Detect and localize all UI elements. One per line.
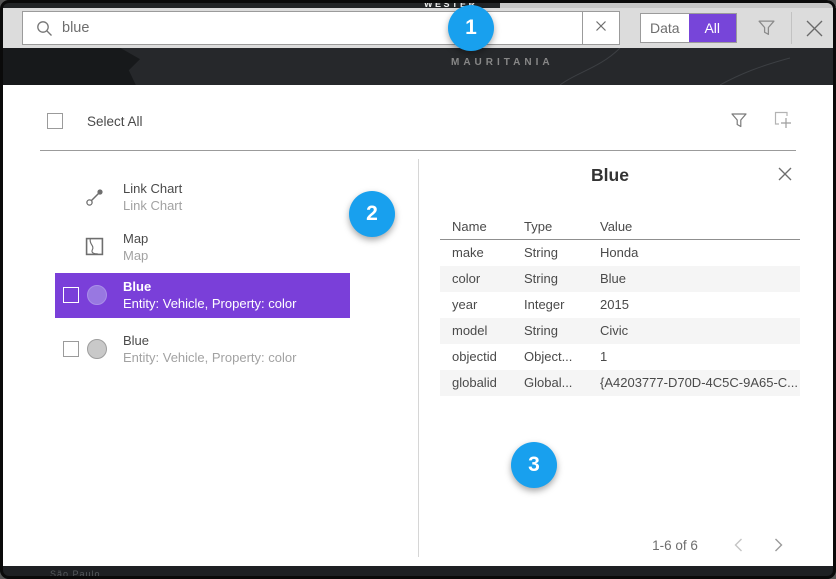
cell-name: globalid: [440, 370, 512, 396]
header-divider: [40, 150, 796, 151]
table-row: objectid Object... 1: [440, 344, 800, 370]
cell-name: year: [440, 292, 512, 318]
list-item-blue[interactable]: Blue Entity: Vehicle, Property: color: [55, 327, 350, 372]
attribute-table: Name Type Value make String Honda color …: [440, 214, 800, 396]
map-label-sao-paulo: São Paulo: [50, 569, 101, 579]
toolbar-divider: [791, 12, 792, 44]
select-all-label: Select All: [87, 114, 143, 129]
link-chart-icon: [85, 187, 105, 212]
result-checkbox[interactable]: [63, 287, 79, 303]
select-all-row: Select All: [47, 113, 143, 129]
detail-title: Blue: [440, 165, 780, 186]
toggle-all-button[interactable]: All: [689, 14, 737, 42]
entity-circle-icon: [87, 339, 107, 359]
cell-name: make: [440, 240, 512, 266]
close-search-button[interactable]: [802, 16, 827, 46]
result-subtitle: Entity: Vehicle, Property: color: [123, 350, 296, 365]
table-row: color String Blue: [440, 266, 800, 292]
results-panel: Select All Link C: [3, 85, 833, 566]
list-item-link-chart[interactable]: Link Chart Link Chart: [55, 175, 350, 220]
search-toolbar: Data All: [3, 8, 833, 48]
map-border-lines: [0, 48, 833, 85]
list-item-map[interactable]: Map Map: [55, 225, 350, 270]
list-detail-divider: [418, 159, 419, 557]
search-box: [22, 11, 620, 45]
cell-type: Global...: [512, 370, 588, 396]
table-row: make String Honda: [440, 240, 800, 266]
cell-name: objectid: [440, 344, 512, 370]
pagination-label: 1-6 of 6: [620, 538, 730, 553]
cell-name: color: [440, 266, 512, 292]
cell-type: String: [512, 318, 588, 344]
entity-circle-icon: [87, 285, 107, 305]
cell-value: 1: [588, 344, 800, 370]
map-strip: MAURITANIA: [0, 48, 836, 85]
result-title: Blue: [123, 333, 149, 348]
data-all-toggle: Data All: [640, 13, 737, 43]
table-header-row: Name Type Value: [440, 214, 800, 240]
search-icon: [36, 20, 53, 37]
table-row: globalid Global... {A4203777-D70D-4C5C-9…: [440, 370, 800, 396]
map-top-strip: WESTER: [0, 0, 836, 8]
map-bottom-strip: São Paulo: [0, 566, 836, 579]
result-subtitle: Map: [123, 248, 148, 263]
app-window: WESTER Data All: [0, 0, 836, 579]
cell-type: Object...: [512, 344, 588, 370]
panel-filter-icon[interactable]: [730, 111, 748, 134]
cell-value: Blue: [588, 266, 800, 292]
clear-x-icon: [595, 19, 607, 37]
cell-type: String: [512, 240, 588, 266]
map-icon: [85, 237, 104, 261]
list-item-blue-selected[interactable]: Blue Entity: Vehicle, Property: color: [55, 273, 350, 318]
cell-value: Honda: [588, 240, 800, 266]
result-subtitle: Entity: Vehicle, Property: color: [123, 296, 296, 311]
cell-type: String: [512, 266, 588, 292]
column-header-value: Value: [588, 214, 800, 239]
column-header-name: Name: [440, 214, 512, 239]
column-header-type: Type: [512, 214, 588, 239]
map-top-ocean: [500, 0, 836, 8]
result-subtitle: Link Chart: [123, 198, 182, 213]
filter-icon[interactable]: [757, 18, 776, 42]
cell-value: 2015: [588, 292, 800, 318]
callout-3: 3: [511, 442, 557, 488]
search-input[interactable]: [62, 20, 582, 36]
detail-close-icon[interactable]: [777, 166, 793, 187]
toggle-data-button[interactable]: Data: [641, 14, 689, 42]
result-title: Blue: [123, 279, 151, 294]
cell-type: Integer: [512, 292, 588, 318]
table-row: year Integer 2015: [440, 292, 800, 318]
add-selection-icon[interactable]: [773, 110, 793, 135]
result-title: Link Chart: [123, 181, 182, 196]
cell-value: {A4203777-D70D-4C5C-9A65-C...: [588, 370, 800, 396]
select-all-checkbox[interactable]: [47, 113, 63, 129]
cell-value: Civic: [588, 318, 800, 344]
result-title: Map: [123, 231, 148, 246]
result-checkbox[interactable]: [63, 341, 79, 357]
next-page-icon[interactable]: [774, 538, 783, 557]
callout-2: 2: [349, 191, 395, 237]
clear-search-button[interactable]: [582, 12, 619, 44]
previous-page-icon[interactable]: [734, 538, 743, 557]
table-row: model String Civic: [440, 318, 800, 344]
cell-name: model: [440, 318, 512, 344]
callout-1: 1: [448, 5, 494, 51]
